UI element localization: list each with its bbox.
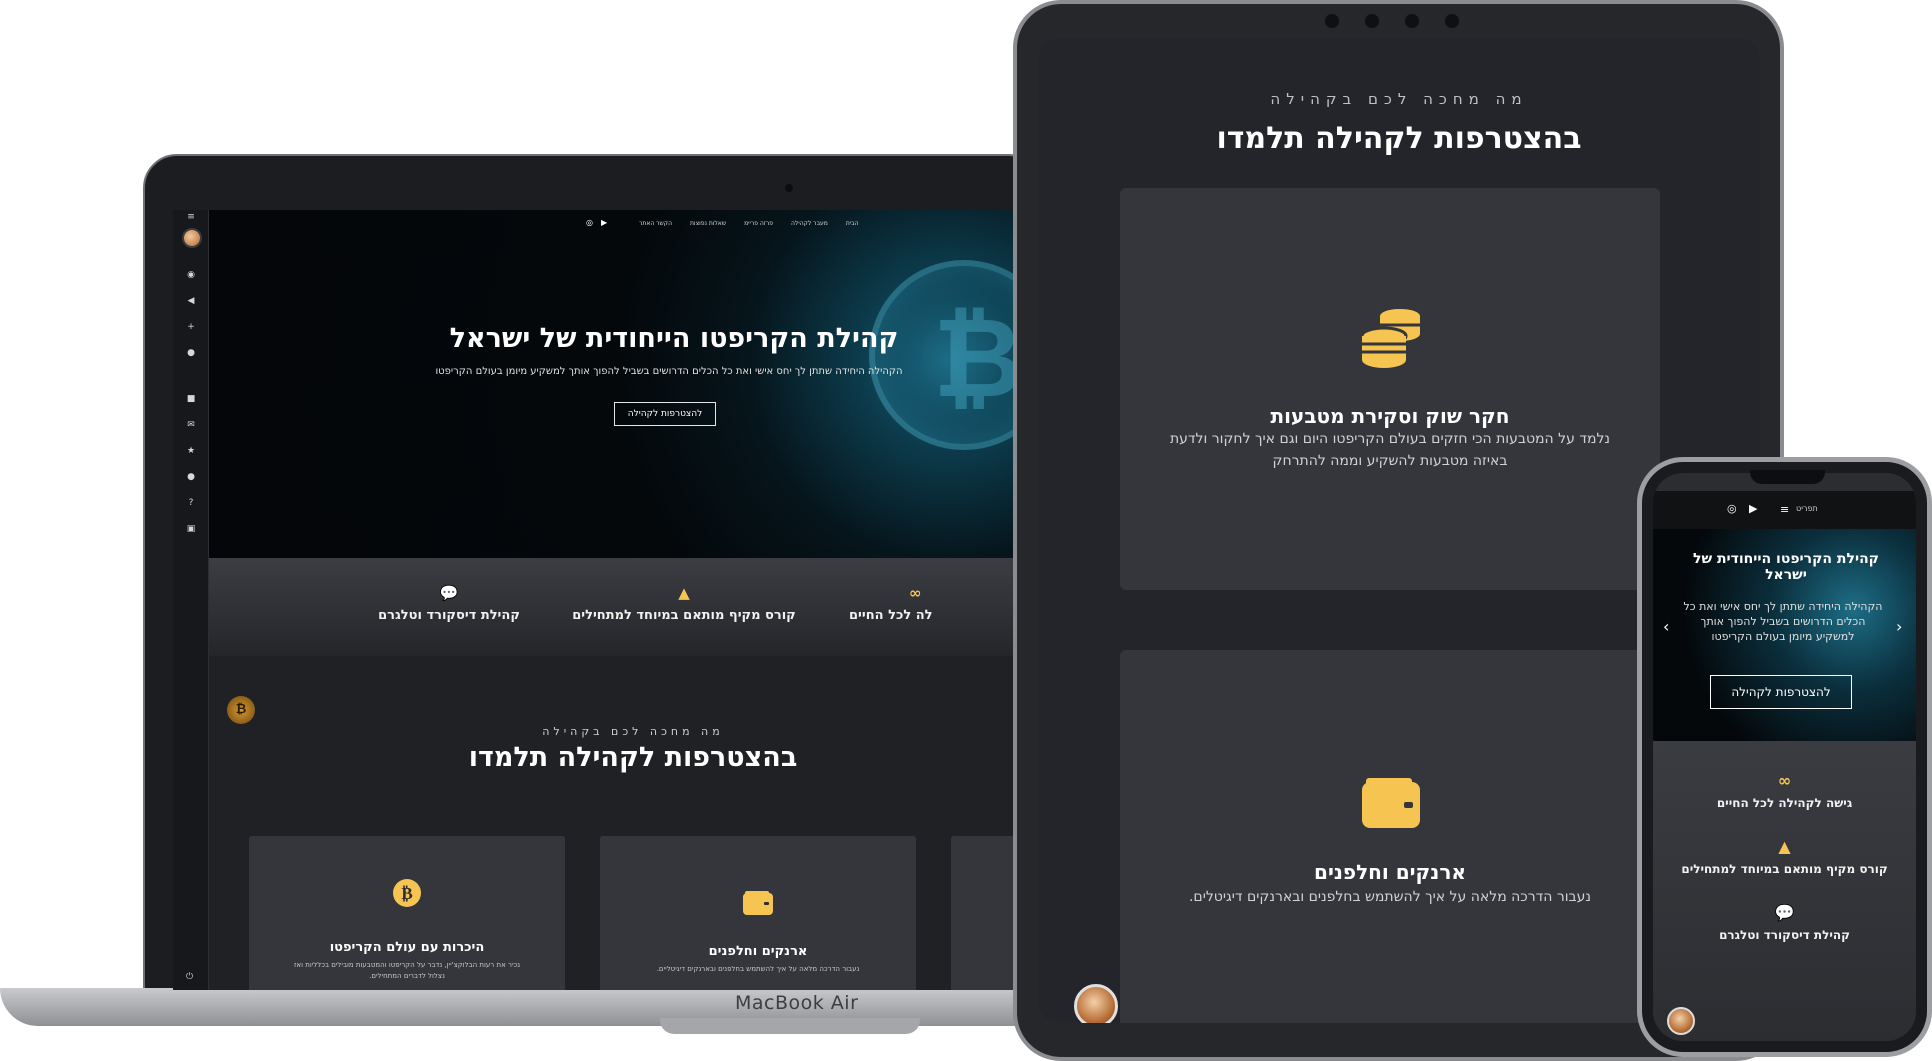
book-icon[interactable]: ■ [186,394,196,404]
social-links: ◎ ▶ [586,218,607,227]
feature-item: ∞ גישה לקהילה לכל החיים [1653,771,1916,810]
bitcoin-icon: ₿ [249,878,565,912]
nav-link[interactable]: שאלות נפוצות [690,220,726,227]
feature-label: לה לכל החיים [849,608,933,623]
hero-title: קהילת הקריפטו הייחודית של ישראל [449,323,899,354]
section-heading: בהצטרפות לקהילה תלמדו [1216,121,1582,156]
hero-section: ₿ הבית מעבר לקהילה פרזה פריימ שאלות נפוצ… [209,210,1043,558]
course-card: חקר שוק וסקירת מטבעות נלמד על המטבעות הכ… [1120,188,1660,590]
bitcoin-badge-icon: ₿ [227,696,255,724]
sidebar: ≡ ◉ ◀ + ● ■ ✉ ★ ● ? ▣ ⏻ [173,210,209,990]
section-heading: בהצטרפות לקהילה תלמדו [468,742,798,773]
mobile-navbar: ◎ ▶ ≡ תפריט [1653,491,1916,529]
course-card: ארנקים וחלפנים נעבור הדרכה מלאה על איך ל… [1120,650,1660,1023]
laptop-screen: ≡ ◉ ◀ + ● ■ ✉ ★ ● ? ▣ ⏻ ₿ הבית מעבר לקהי… [173,210,1043,990]
youtube-icon[interactable]: ▶ [1749,502,1757,515]
feature-item: 💬 קהילת דיסקורד וטלגרם [369,584,529,623]
feature-item: ▲ קורס מקיף מותאם במיוחד למתחילים [559,584,809,623]
card-description: נעבור הדרכה מלאה על איך להשתמש בחלפנים ו… [656,965,860,973]
mail-icon[interactable]: ✉ [186,420,196,430]
book-reader-icon: ▲ [1778,837,1791,856]
instagram-icon[interactable]: ◎ [586,218,593,227]
star-icon[interactable]: ★ [186,446,196,456]
feature-label: קורס מקיף מותאם במיוחד למתחילים [572,608,796,623]
avatar[interactable] [1074,984,1118,1023]
card-title: חקר שוק וסקירת מטבעות [1270,404,1510,428]
feature-label: קהילת דיסקורד וטלגרם [378,608,520,623]
plus-icon[interactable]: + [186,322,196,332]
nav-link[interactable]: הקשר האתר [639,220,672,227]
card-description: נעבור הדרכה מלאה על איך להשתמש בחלפנים ו… [1188,889,1592,905]
feature-item: 💬 קהילת דיסקורד וטלגרם [1653,903,1916,942]
avatar[interactable] [1667,1007,1695,1035]
book-reader-icon: ▲ [678,584,690,602]
nav-link[interactable]: מעבר לקהילה [791,220,828,227]
card-title: היכרות עם עולם הקריפטו [329,940,485,955]
hero-title: קהילת הקריפטו הייחודית של ישראל [1693,551,1879,583]
features-list: ∞ גישה לקהילה לכל החיים ▲ קורס מקיף מותא… [1653,741,1916,1041]
infinity-icon: ∞ [1777,771,1792,790]
features-bar: 💬 קהילת דיסקורד וטלגרם ▲ קורס מקיף מותאם… [209,558,1043,656]
card-description: נכיר את רעות הבלוקצ'יין, נדבר על הקריפטו… [293,961,521,980]
briefcase-icon[interactable]: ▣ [186,524,196,534]
svg-text:₿: ₿ [401,884,412,904]
group-icon[interactable]: ● [186,472,196,482]
feature-label: גישה לקהילה לכל החיים [1716,796,1853,810]
menu-label[interactable]: תפריט [1796,504,1818,513]
hero-subtitle: הקהילה היחידה שתתן לך יחס אישי ואת כל הכ… [1683,600,1883,643]
course-card: ארנקים וחלפנים נעבור הדרכה מלאה על איך ל… [600,836,916,990]
course-card: ₿ היכרות עם עולם הקריפטו נכיר את רעות הב… [249,836,565,990]
feature-item: ▲ קורס מקיף מותאם במיוחד למתחילים [1653,837,1916,876]
laptop-brand-label: MacBook Air [735,992,859,1014]
join-community-button[interactable]: להצטרפות לקהילה [1710,675,1852,709]
youtube-icon[interactable]: ▶ [601,218,607,227]
phone-screen: ◎ ▶ ≡ תפריט קהילת הקריפטו הייחודית של יש… [1653,473,1916,1041]
chat-icon: 💬 [439,584,459,602]
nav-link[interactable]: הבית [846,220,859,227]
laptop-notch [660,1018,920,1034]
power-icon[interactable]: ⏻ [186,972,193,982]
chat-icon: 💬 [1774,903,1795,922]
help-icon[interactable]: ? [186,498,196,508]
wallet-icon [600,890,916,920]
card-title: ארנקים וחלפנים [1314,860,1466,884]
feature-label: קהילת דיסקורד וטלגרם [1719,928,1850,942]
megaphone-icon[interactable]: ◀ [186,296,196,306]
mockup-stage: MacBook Air ≡ ◉ ◀ + ● ■ ✉ ★ ● ? ▣ ⏻ ₿ הב… [0,0,1932,1061]
wallet-icon [1360,776,1422,834]
dashboard-icon[interactable]: ◉ [186,270,196,280]
hero-subtitle: הקהילה היחידה שתתן לך יחס אישי ואת כל הכ… [435,366,903,377]
card-title: ארנקים וחלפנים [708,944,808,959]
feature-label: קורס מקיף מותאם במיוחד למתחילים [1681,862,1888,876]
nav-link[interactable]: פרזה פריימ [744,220,773,227]
hamburger-icon[interactable]: ≡ [1780,503,1789,516]
carousel-next-icon[interactable]: › [1896,617,1902,636]
hero-section: קהילת הקריפטו הייחודית של ישראל הקהילה ה… [1653,529,1916,741]
tablet-cameras [1325,14,1459,28]
menu-icon[interactable]: ≡ [186,212,196,222]
user-add-icon[interactable]: ● [186,348,196,358]
top-navigation: הבית מעבר לקהילה פרזה פריימ שאלות נפוצות… [639,220,859,227]
carousel-prev-icon[interactable]: ‹ [1663,617,1669,636]
instagram-icon[interactable]: ◎ [1727,502,1737,515]
laptop-camera [785,184,793,192]
card-description: נלמד על המטבעות הכי חזקים בעולם הקריפטו … [1169,431,1611,469]
section-kicker: מה מחכה לכם בקהילה [1270,90,1528,108]
avatar[interactable] [182,228,202,248]
coins-icon [1360,306,1424,372]
phone-notch [1750,470,1825,484]
section-kicker: מה מחכה לכם בקהילה [542,725,724,738]
join-community-button[interactable]: להצטרפות לקהילה [614,402,716,426]
